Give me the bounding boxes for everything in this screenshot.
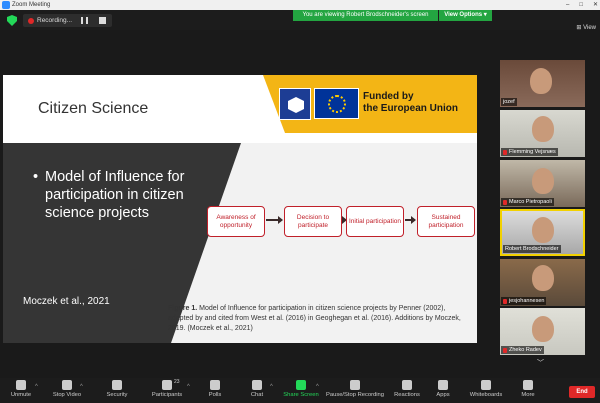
flow-step-decision: Decision to participate [284,206,342,237]
participant-tile[interactable]: Flemming Vejsnæs [500,110,585,157]
gallery-scroll-down-icon[interactable]: ﹀ [537,360,545,367]
more-dots-icon [523,380,533,390]
pause-stop-recording-button[interactable]: Pause/Stop Recording [326,380,384,402]
participant-name: jesjohannesen [501,297,547,305]
whiteboards-button[interactable]: Whiteboards [468,380,504,402]
mic-muted-icon [503,347,507,353]
unmute-button[interactable]: Unmute [6,380,36,402]
pause-recording-button[interactable] [81,17,88,24]
stop-recording-button[interactable] [99,17,106,24]
participant-tile[interactable]: Zheko Radev [500,308,585,355]
slide-citation: Moczek et al., 2021 [23,296,110,307]
close-icon[interactable]: ✕ [593,0,598,10]
more-button[interactable]: More [517,380,539,402]
flow-step-awareness: Awareness of opportunity [207,206,265,237]
flow-step-sustained: Sustained participation [417,206,475,237]
window-title: Zoom Meeting [12,2,51,8]
participant-name: Zheko Radev [501,346,544,354]
view-options-button[interactable]: View Options ▾ [439,10,492,21]
reactions-button[interactable]: Reactions [392,380,422,402]
participant-video [532,217,554,243]
whiteboard-icon [481,380,491,390]
smiley-icon [402,380,412,390]
participants-count: 23 [174,379,180,385]
figure-caption-text: Model of Influence for participation in … [168,305,461,332]
shield-icon [112,380,122,390]
meeting-toolbar: Unmute ^ Stop Video ^ Security 23 Partic… [0,378,600,403]
mic-muted-icon [503,298,507,304]
view-button[interactable]: ⊞ View [576,24,596,31]
mic-muted-icon [503,149,507,155]
participant-video [532,116,554,142]
chevron-up-icon[interactable]: ^ [35,384,38,390]
participants-icon [162,380,172,390]
flow-step-initial: Initial participation [346,206,404,237]
chevron-up-icon[interactable]: ^ [187,384,190,390]
recording-indicator: Recording... [23,14,112,27]
share-screen-icon [296,380,306,390]
chat-button[interactable]: Chat [246,380,268,402]
slide-title: Citizen Science [38,100,149,117]
pause-icon [350,380,360,390]
stop-video-button[interactable]: Stop Video [50,380,84,402]
participant-video [532,265,554,291]
end-meeting-button[interactable]: End [569,386,595,398]
participant-name: jozef [501,98,517,106]
participant-tile[interactable]: jesjohannesen [500,259,585,306]
flow-arrowhead [278,216,283,224]
chevron-up-icon[interactable]: ^ [316,384,319,390]
share-screen-button[interactable]: Share Screen [282,380,320,402]
participant-name: Robert Brodschneider [503,245,561,253]
recording-dot-icon [28,18,34,24]
flow-arrowhead [411,216,416,224]
recording-label: Recording... [37,17,73,24]
participant-tile[interactable]: Marco Pietropaoli [500,160,585,207]
microphone-muted-icon [16,380,26,390]
chevron-up-icon[interactable]: ^ [270,384,273,390]
participant-name: Marco Pietropaoli [501,198,554,206]
funded-by-eu-text: Funded by the European Union [363,91,458,114]
apps-icon [438,380,448,390]
security-shield-icon[interactable] [7,15,17,26]
chat-icon [252,380,262,390]
participant-video [532,168,554,194]
maximize-icon[interactable]: □ [579,0,583,10]
video-camera-icon [62,380,72,390]
window-titlebar: Zoom Meeting – □ ✕ [0,0,600,10]
shared-screen-slide: Citizen Science Funded by the European U… [3,75,477,343]
participant-name: Flemming Vejsnæs [501,148,558,156]
polls-icon [210,380,220,390]
participants-button[interactable]: 23 Participants [150,379,184,402]
participant-video [532,316,554,342]
participant-tile[interactable]: jozef [500,60,585,107]
project-logo-icon [279,88,311,120]
figure-caption-label: Figure 1. [168,305,198,312]
viewing-screen-banner: You are viewing Robert Brodschneider's s… [293,10,438,21]
chevron-up-icon[interactable]: ^ [80,384,83,390]
security-button[interactable]: Security [102,380,132,402]
apps-button[interactable]: Apps [432,380,454,402]
eu-flag-icon [314,88,359,119]
zoom-logo-icon [2,1,10,9]
polls-button[interactable]: Polls [204,380,226,402]
participant-tile-active-speaker[interactable]: Robert Brodschneider [500,209,585,256]
figure-caption: Figure 1. Model of Influence for partici… [168,304,468,334]
window-controls: – □ ✕ [566,0,598,10]
mic-muted-icon [503,199,507,205]
participant-video [530,68,552,94]
minimize-icon[interactable]: – [566,0,569,10]
slide-bullet-text: Model of Influence for participation in … [45,169,185,221]
